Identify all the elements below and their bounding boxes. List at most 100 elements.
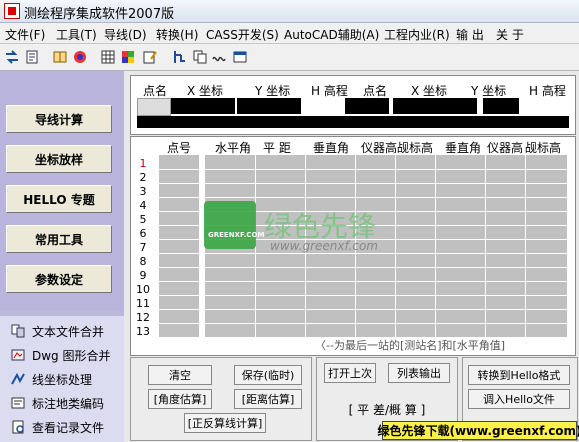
grid-row-line [159, 281, 567, 282]
x-coord-input-1[interactable] [171, 98, 235, 114]
grid-header: 垂直角 [445, 141, 482, 155]
main-area: 点名 X 坐标 Y 坐标 H 高程 点名 X 坐标 Y 坐标 H 高程 点号 水… [124, 71, 579, 442]
window-title: 测绘程序集成软件2007版 [24, 7, 175, 22]
tool-label: Dwg 图形合并 [32, 348, 111, 363]
row-number: 9 [139, 269, 147, 282]
adjust-button[interactable]: [ 平 差/概 算 ] [324, 399, 450, 419]
row-number: 1 [139, 157, 147, 170]
menu-traverse[interactable]: 导线(D) [104, 26, 147, 43]
row-number: 10 [136, 283, 150, 296]
grid-header: 觇标高 [397, 141, 434, 155]
grid-header: 仪器高 [361, 141, 398, 155]
tool-text-merge[interactable]: 文本文件合并 [10, 322, 104, 340]
grid-row-line [159, 309, 567, 310]
watermark-logo: GREENXF.COM [204, 201, 264, 249]
y-coord-input-2[interactable] [483, 98, 519, 114]
clear-button[interactable]: 清空 [148, 365, 212, 385]
menu-cass[interactable]: CASS开发(S) [206, 26, 279, 43]
multicolor-icon[interactable] [120, 49, 136, 65]
menu-file[interactable]: 文件(F) [5, 26, 45, 43]
app-icon [4, 3, 20, 19]
nav-hello-topics[interactable]: HELLO 专题 [6, 185, 112, 213]
point-name-input-1[interactable] [137, 98, 171, 116]
grid-row-line [159, 295, 567, 296]
row-number: 4 [139, 199, 147, 212]
nav-parameters[interactable]: 参数设定 [6, 265, 112, 293]
coord-row-2[interactable] [137, 116, 569, 128]
row-number: 2 [139, 171, 147, 184]
document-icon[interactable] [24, 49, 40, 65]
row-number: 11 [136, 297, 150, 310]
left-panel: 导线计算 坐标放样 HELLO 专题 常用工具 参数设定 文本文件合并 Dwg … [0, 71, 124, 442]
tool-dwg-merge[interactable]: Dwg 图形合并 [10, 346, 111, 364]
row-number: 5 [139, 213, 147, 226]
title-bar: 测绘程序集成软件2007版 [0, 0, 579, 23]
row-number: 12 [136, 311, 150, 324]
tool-label: 线坐标处理 [32, 372, 93, 387]
branch-icon[interactable] [172, 49, 188, 65]
save-temp-button[interactable]: 保存(临时) [234, 365, 302, 385]
grid-row-line [159, 197, 567, 198]
open-last-button[interactable]: 打开上次 [324, 363, 376, 383]
row-number: 3 [139, 185, 147, 198]
open-book-icon[interactable] [52, 49, 68, 65]
coord-header: H 高程 [311, 84, 348, 98]
tool-label: 标注地类编码 [32, 396, 105, 411]
menu-autocad[interactable]: AutoCAD辅助(A) [284, 26, 379, 43]
grid-icon[interactable] [100, 49, 116, 65]
coord-header: X 坐标 [411, 84, 448, 98]
line-coord-icon [10, 371, 26, 387]
row-number: 8 [139, 255, 147, 268]
wave-icon[interactable] [212, 49, 228, 65]
menu-output[interactable]: 输 出 [456, 26, 484, 43]
text-merge-icon [10, 323, 26, 339]
watermark-badge: GREENXF.COM [208, 231, 265, 239]
grid-header: 觇标高 [525, 141, 562, 155]
x-coord-input-2[interactable] [393, 98, 477, 114]
nav-panel: 导线计算 坐标放样 HELLO 专题 常用工具 参数设定 [0, 71, 124, 311]
copy-icon[interactable] [192, 49, 208, 65]
toolbar [0, 44, 579, 71]
menu-bar: 文件(F) 工具(T) 导线(D) 转换(H) CASS开发(S) AutoCA… [0, 23, 579, 44]
point-name-input-2[interactable] [345, 98, 389, 114]
convert-hello-button[interactable]: 转换到Hello格式 [468, 365, 570, 385]
convert-icon[interactable] [4, 49, 20, 65]
row-number: 6 [139, 227, 147, 240]
dwg-merge-icon [10, 347, 26, 363]
tool-landclass-tag[interactable]: 标注地类编码 [10, 394, 104, 412]
color-icon[interactable] [72, 49, 88, 65]
window-icon[interactable] [232, 49, 248, 65]
output-table-button[interactable]: 列表输出 [388, 363, 450, 383]
coord-header: Y 坐标 [255, 84, 291, 98]
menu-convert[interactable]: 转换(H) [156, 26, 198, 43]
nav-coord-stakeout[interactable]: 坐标放样 [6, 145, 112, 173]
download-banner: 绿色先锋下载(www.greenxf.com) [377, 421, 579, 440]
inverse-calc-button[interactable]: [正反算线计算] [184, 413, 266, 433]
tool-label: 文本文件合并 [32, 324, 105, 339]
distance-estimate-button[interactable]: [距离估算] [234, 389, 302, 409]
coord-header: 点名 [143, 84, 168, 98]
grid-header: 仪器高 [487, 141, 524, 155]
menu-about[interactable]: 关 于 [496, 26, 524, 43]
angle-estimate-button[interactable]: [角度估算] [148, 389, 212, 409]
tool-view-log[interactable]: 查看记录文件 [10, 418, 104, 436]
row-number: 7 [139, 241, 147, 254]
tool-line-coord[interactable]: 线坐标处理 [10, 370, 92, 388]
row-number: 13 [136, 325, 150, 338]
menu-internal[interactable]: 工程内业(R) [384, 26, 450, 43]
grid-header: 平 距 [263, 141, 291, 155]
grid-header: 点号 [167, 141, 192, 155]
coord-header: X 坐标 [187, 84, 224, 98]
import-hello-button[interactable]: 调入Hello文件 [468, 389, 570, 409]
menu-tools[interactable]: 工具(T) [56, 26, 97, 43]
nav-traverse-calc[interactable]: 导线计算 [6, 105, 112, 133]
grid-row-line [159, 183, 567, 184]
nav-common-tools[interactable]: 常用工具 [6, 225, 112, 253]
last-station-note: 〈--为最后一站的[测站名]和[水平角值] [315, 339, 506, 352]
coord-header: H 高程 [529, 84, 566, 98]
coord-panel: 点名 X 坐标 Y 坐标 H 高程 点名 X 坐标 Y 坐标 H 高程 [130, 75, 576, 135]
watermark-url: www.greenxf.com [270, 239, 378, 253]
y-coord-input-1[interactable] [237, 98, 301, 114]
edit-icon[interactable] [142, 49, 158, 65]
grid-row-line [159, 323, 567, 324]
